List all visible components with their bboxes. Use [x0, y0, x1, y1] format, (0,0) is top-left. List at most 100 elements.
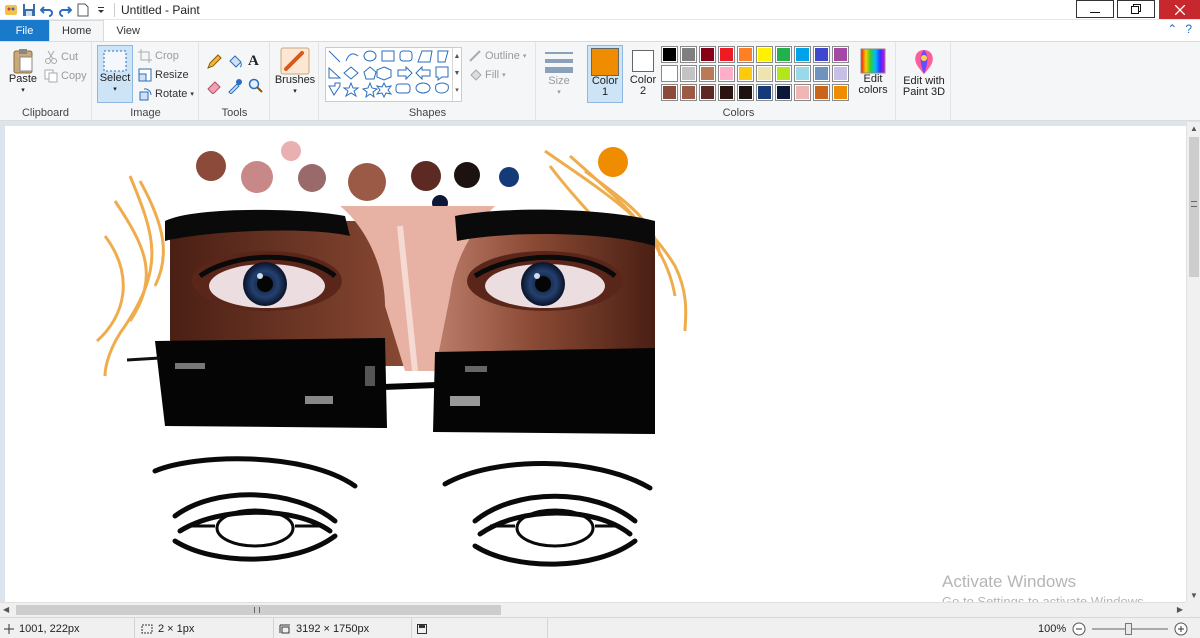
undo-icon[interactable]	[38, 1, 56, 19]
zoom-in-icon[interactable]	[1174, 622, 1188, 636]
tab-view[interactable]: View	[104, 20, 152, 41]
minimize-button[interactable]	[1076, 0, 1114, 18]
zoom-slider[interactable]	[1092, 622, 1169, 636]
palette-swatch[interactable]	[718, 46, 735, 63]
tab-file[interactable]: File	[0, 20, 49, 41]
palette-swatch[interactable]	[661, 84, 678, 101]
palette-swatch[interactable]	[756, 84, 773, 101]
palette-swatch[interactable]	[718, 84, 735, 101]
fill-dropdown-icon[interactable]: ▾	[502, 71, 506, 79]
collapse-ribbon-icon[interactable]: ⌃	[1167, 22, 1177, 36]
resize-button[interactable]: Resize	[138, 66, 189, 84]
paint-dab	[196, 151, 226, 181]
palette-swatch[interactable]	[699, 65, 716, 82]
crop-button[interactable]: Crop	[138, 47, 179, 65]
quick-access-toolbar	[0, 0, 121, 20]
horizontal-scroll-thumb[interactable]	[16, 605, 501, 615]
customize-qat-chevron-icon[interactable]	[92, 1, 110, 19]
select-button[interactable]: Select ▾	[97, 45, 133, 103]
outline-button[interactable]: Outline ▾	[468, 47, 526, 65]
color1-button[interactable]: Color 1	[587, 45, 623, 103]
drawing-canvas[interactable]	[5, 126, 1186, 602]
edit-colors-button[interactable]: Edit colors	[854, 48, 892, 96]
palette-swatch[interactable]	[775, 46, 792, 63]
image-size: 3192 × 1750px	[275, 618, 412, 638]
outline-dropdown-icon[interactable]: ▾	[523, 52, 527, 60]
palette-swatch[interactable]	[832, 46, 849, 63]
redo-icon[interactable]	[56, 1, 74, 19]
paste-dropdown-icon[interactable]: ▾	[21, 85, 25, 96]
restore-button[interactable]	[1117, 0, 1155, 18]
palette-swatch[interactable]	[680, 46, 697, 63]
palette-swatch[interactable]	[794, 46, 811, 63]
palette-swatch[interactable]	[661, 46, 678, 63]
help-icon[interactable]: ?	[1185, 22, 1192, 36]
pencil-icon	[207, 54, 222, 69]
paint-dab	[348, 163, 386, 201]
vertical-scrollbar[interactable]: ▲ ▼	[1186, 122, 1200, 602]
magnifier-tool[interactable]	[248, 78, 264, 97]
brushes-button[interactable]: Brushes ▾	[275, 47, 315, 97]
scroll-down-icon[interactable]: ▼	[1190, 591, 1198, 600]
palette-swatch[interactable]	[813, 65, 830, 82]
palette-swatch[interactable]	[661, 65, 678, 82]
close-button[interactable]	[1158, 0, 1200, 19]
text-tool[interactable]: A	[248, 53, 259, 70]
zoom-slider-thumb[interactable]	[1125, 622, 1133, 635]
palette-swatch[interactable]	[832, 65, 849, 82]
vertical-scroll-thumb[interactable]	[1189, 137, 1199, 277]
palette-swatch[interactable]	[680, 65, 697, 82]
selection-size-value: 2 × 1px	[158, 622, 195, 635]
palette-swatch[interactable]	[737, 46, 754, 63]
paint-app-icon[interactable]	[2, 1, 20, 19]
copy-button[interactable]: Copy	[44, 67, 87, 85]
shapes-gallery[interactable]: ▲ ▼ ▾	[325, 47, 462, 102]
save-icon[interactable]	[20, 1, 38, 19]
palette-swatch[interactable]	[718, 65, 735, 82]
pencil-tool[interactable]	[206, 54, 222, 73]
rotate-dropdown-icon[interactable]: ▾	[190, 90, 194, 98]
palette-swatch[interactable]	[794, 65, 811, 82]
palette-swatch[interactable]	[813, 84, 830, 101]
eraser-tool[interactable]	[206, 78, 222, 97]
palette-swatch[interactable]	[775, 84, 792, 101]
scroll-up-icon[interactable]: ▲	[1190, 124, 1198, 133]
color-picker-tool[interactable]	[227, 78, 243, 97]
palette-swatch[interactable]	[832, 84, 849, 101]
outline-label: Outline	[485, 50, 520, 62]
zoom-out-icon[interactable]	[1072, 622, 1086, 636]
palette-swatch[interactable]	[756, 65, 773, 82]
palette-swatch[interactable]	[699, 84, 716, 101]
palette-swatch[interactable]	[756, 46, 773, 63]
color2-button[interactable]: Color 2	[626, 47, 660, 103]
palette-swatch[interactable]	[680, 84, 697, 101]
fill-tool[interactable]	[227, 54, 243, 73]
size-button[interactable]: Size ▾	[542, 48, 576, 98]
palette-swatch[interactable]	[737, 84, 754, 101]
shapes-group-label: Shapes	[408, 107, 447, 119]
scroll-right-icon[interactable]: ▶	[1177, 605, 1183, 614]
brushes-dropdown-icon[interactable]: ▾	[293, 86, 297, 97]
paste-button[interactable]: Paste ▾	[8, 48, 38, 96]
tools-group: A Tools	[200, 42, 270, 121]
edit-with-paint3d-button[interactable]: Edit with Paint 3D	[900, 48, 948, 98]
copy-label: Copy	[61, 70, 87, 82]
size-dropdown-icon[interactable]: ▾	[557, 87, 561, 98]
rotate-button[interactable]: Rotate ▾	[138, 85, 194, 103]
shapes-gallery-scroll[interactable]: ▲ ▼ ▾	[452, 48, 461, 101]
fill-button[interactable]: Fill ▾	[468, 66, 506, 84]
cut-button[interactable]: Cut	[44, 48, 78, 66]
paste-label: Paste	[8, 73, 38, 85]
scroll-left-icon[interactable]: ◀	[3, 605, 9, 614]
select-icon	[103, 50, 127, 72]
palette-swatch[interactable]	[813, 46, 830, 63]
tab-home[interactable]: Home	[49, 20, 105, 41]
cursor-position-value: 1001, 222px	[19, 622, 80, 635]
palette-swatch[interactable]	[794, 84, 811, 101]
select-dropdown-icon[interactable]: ▾	[113, 84, 117, 95]
horizontal-scrollbar[interactable]: ◀ ▶	[0, 602, 1186, 617]
new-file-icon[interactable]	[74, 1, 92, 19]
palette-swatch[interactable]	[737, 65, 754, 82]
palette-swatch[interactable]	[699, 46, 716, 63]
palette-swatch[interactable]	[775, 65, 792, 82]
